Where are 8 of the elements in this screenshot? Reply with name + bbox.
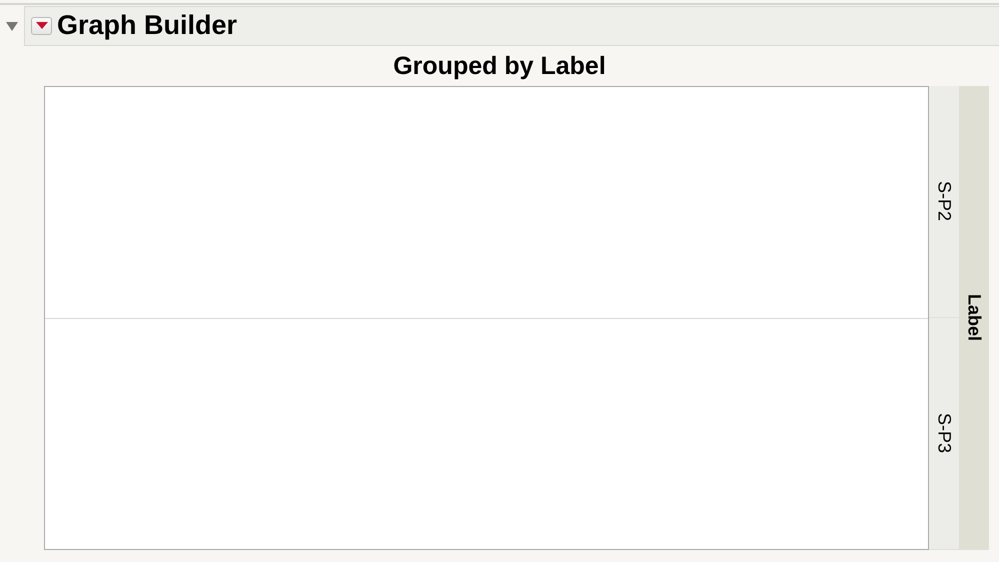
group-label[interactable]: Label (964, 294, 984, 342)
disclosure-triangle-icon[interactable] (5, 20, 19, 32)
menu-button[interactable] (31, 16, 52, 34)
section-title: Graph Builder (57, 10, 238, 41)
graph-title: Grouped by Label (392, 51, 607, 82)
panel-label: S-P2 (934, 181, 954, 222)
caret-icon[interactable] (36, 22, 48, 29)
panel-label: S-P3 (934, 413, 954, 454)
